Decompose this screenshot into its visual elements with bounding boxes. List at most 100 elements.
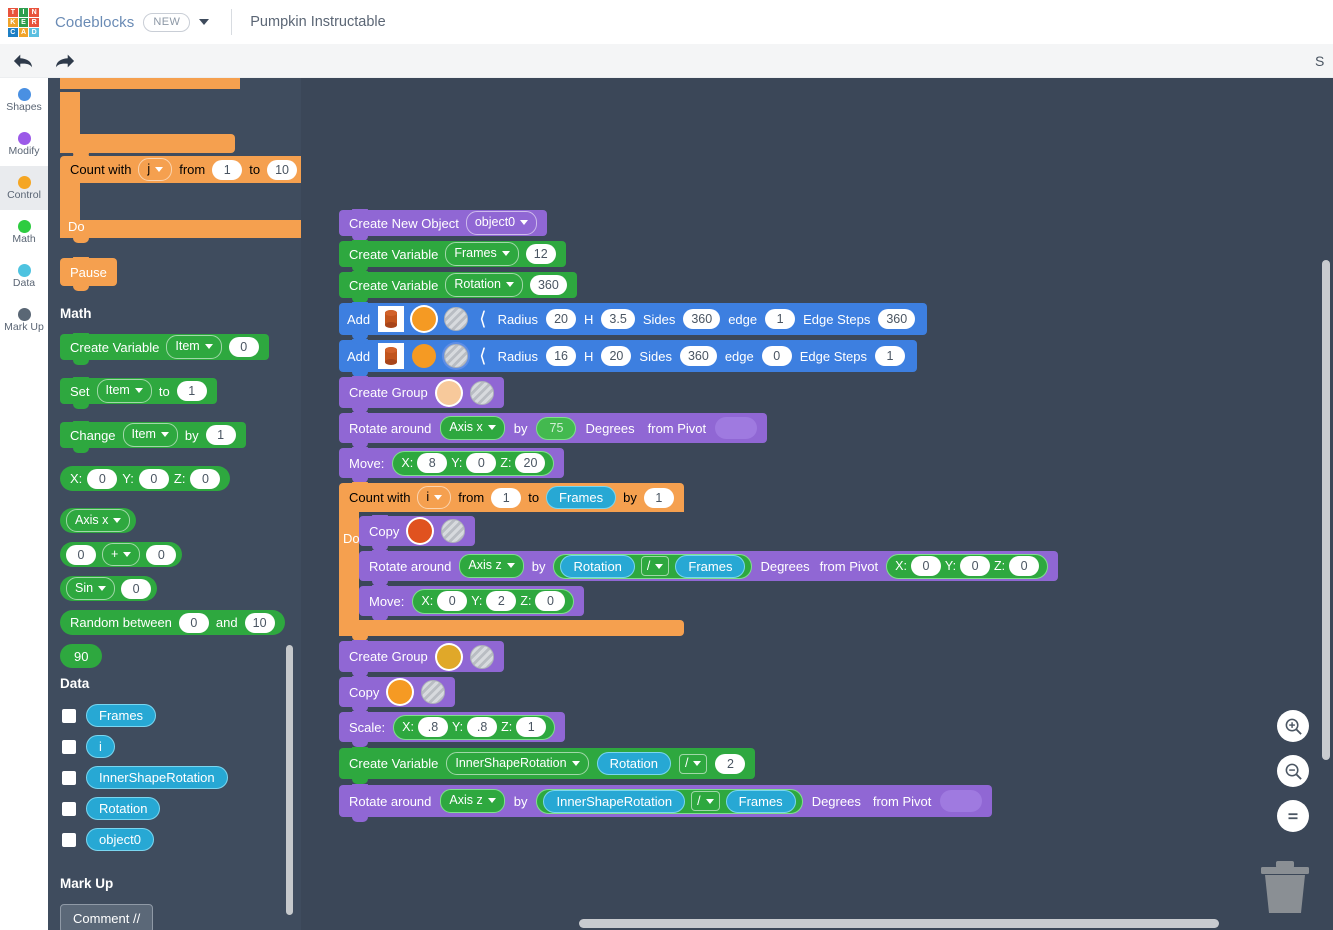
block-create-variable-frames[interactable]: Create Variable Frames 12 xyxy=(339,241,1058,267)
pivot-y-input[interactable]: 0 xyxy=(960,556,990,576)
app-name[interactable]: Codeblocks xyxy=(55,14,134,31)
pivot-z-input[interactable]: 0 xyxy=(1009,556,1039,576)
zoom-out-button[interactable] xyxy=(1277,755,1309,787)
xyz-x-input[interactable]: 0 xyxy=(87,469,117,489)
checkbox-frames[interactable] xyxy=(62,709,76,723)
block-create-variable-innershaperotation[interactable]: Create Variable InnerShapeRotation Rotat… xyxy=(339,748,1058,779)
palette-block-trig[interactable]: Sin 0 xyxy=(48,576,157,601)
innershaperotation-var-pill[interactable]: InnerShapeRotation xyxy=(543,790,685,813)
move-x-input[interactable]: 8 xyxy=(417,453,447,473)
operator-dropdown[interactable]: / xyxy=(691,791,719,811)
rotate-degrees-value[interactable]: 75 xyxy=(536,417,576,440)
checkbox-innershaperotation[interactable] xyxy=(62,771,76,785)
rail-item-math[interactable]: Math xyxy=(0,210,48,254)
palette-block-constant[interactable]: 90 xyxy=(48,644,102,668)
axis-dropdown[interactable]: Axis z xyxy=(440,789,504,812)
block-rotate-around-in-loop[interactable]: Rotate around Axis z by Rotation / xyxy=(359,551,1058,581)
delete-trash-button[interactable] xyxy=(1257,857,1313,918)
solid-color-swatch[interactable] xyxy=(437,645,461,669)
move-x-input[interactable]: 0 xyxy=(437,591,467,611)
rotation-var-pill[interactable]: Rotation xyxy=(597,752,671,775)
random-min-input[interactable]: 0 xyxy=(179,613,209,633)
var-pill-object0[interactable]: object0 xyxy=(86,828,154,851)
xyz-y-input[interactable]: 0 xyxy=(139,469,169,489)
axis-dropdown[interactable]: Axis z xyxy=(459,554,523,577)
innershaperotation-var-dropdown[interactable]: InnerShapeRotation xyxy=(446,752,588,775)
divisor-input[interactable]: 2 xyxy=(715,754,745,774)
block-scale[interactable]: Scale: X: .8 Y: .8 Z: 1 xyxy=(339,712,1058,742)
redo-arrow-icon[interactable] xyxy=(54,51,76,71)
palette-block-axis[interactable]: Axis x xyxy=(48,508,136,533)
hole-swatch-icon[interactable] xyxy=(441,519,465,543)
h-input[interactable]: 20 xyxy=(601,346,631,366)
block-create-group-1[interactable]: Create Group xyxy=(339,377,1058,408)
axis-dropdown[interactable]: Axis x xyxy=(66,509,130,532)
palette-block-xyz[interactable]: X: 0 Y: 0 Z: 0 xyxy=(48,466,230,491)
radius-input[interactable]: 20 xyxy=(546,309,576,329)
operator-dropdown[interactable]: / xyxy=(679,754,707,774)
zoom-in-button[interactable] xyxy=(1277,710,1309,742)
change-var-dropdown[interactable]: Item xyxy=(123,423,178,446)
frames-var-dropdown[interactable]: Frames xyxy=(445,242,518,265)
scale-y-input[interactable]: .8 xyxy=(467,717,497,737)
frames-var-pill[interactable]: Frames xyxy=(726,790,796,813)
edge-input[interactable]: 0 xyxy=(762,346,792,366)
subbar-right-partial-label[interactable]: S xyxy=(1315,53,1333,69)
data-row-frames[interactable]: Frames xyxy=(48,704,301,735)
data-row-innershaperotation[interactable]: InnerShapeRotation xyxy=(48,766,301,797)
hole-swatch-icon[interactable] xyxy=(421,680,445,704)
block-rotate-around-1[interactable]: Rotate around Axis x by 75 Degrees from … xyxy=(339,413,1058,443)
rotation-value-input[interactable]: 360 xyxy=(530,275,567,295)
rotation-var-pill[interactable]: Rotation xyxy=(560,555,634,578)
cylinder-icon[interactable] xyxy=(378,343,404,369)
canvas-vertical-scrollbar[interactable] xyxy=(1322,260,1330,760)
palette-scrollbar[interactable] xyxy=(286,645,293,915)
loop-to-var-pill[interactable]: Frames xyxy=(546,486,616,509)
solid-color-swatch[interactable] xyxy=(408,519,432,543)
pivot-x-input[interactable]: 0 xyxy=(911,556,941,576)
set-value-input[interactable]: 1 xyxy=(177,381,207,401)
block-move-in-loop[interactable]: Move: X: 0 Y: 2 Z: 0 xyxy=(359,586,1058,616)
block-add-cylinder-1[interactable]: Add ⟨ Radius 20 H 3.5 Sides 360 edge 1 E… xyxy=(339,303,1058,335)
move-y-input[interactable]: 0 xyxy=(466,453,496,473)
change-value-input[interactable]: 1 xyxy=(206,425,236,445)
create-variable-dropdown[interactable]: Item xyxy=(166,335,221,358)
object-dropdown[interactable]: object0 xyxy=(466,211,537,234)
move-z-input[interactable]: 20 xyxy=(515,453,545,473)
palette-block-operator[interactable]: 0 + 0 xyxy=(48,542,182,567)
palette-block-comment[interactable]: Comment // xyxy=(48,904,153,930)
collapse-chevron-icon[interactable]: ⟨ xyxy=(476,310,489,329)
sides-input[interactable]: 360 xyxy=(683,309,720,329)
block-copy-in-loop[interactable]: Copy xyxy=(359,516,1058,546)
solid-color-swatch[interactable] xyxy=(437,381,461,405)
var-pill-rotation[interactable]: Rotation xyxy=(86,797,160,820)
block-copy-2[interactable]: Copy xyxy=(339,677,1058,707)
loop-by-input[interactable]: 1 xyxy=(644,488,674,508)
rail-item-modify[interactable]: Modify xyxy=(0,122,48,166)
palette-block-pause[interactable]: Pause xyxy=(60,258,117,286)
palette-partial-block-top[interactable] xyxy=(60,78,240,153)
operator-dropdown[interactable]: / xyxy=(641,556,669,576)
block-move-1[interactable]: Move: X: 8 Y: 0 Z: 20 xyxy=(339,448,1058,478)
hole-swatch-icon[interactable] xyxy=(470,381,494,405)
loop-from-input[interactable]: 1 xyxy=(491,488,521,508)
palette-block-create-variable[interactable]: Create Variable Item 0 xyxy=(48,334,269,360)
hole-swatch-icon[interactable] xyxy=(444,307,468,331)
solid-color-swatch[interactable] xyxy=(412,344,436,368)
rotation-var-dropdown[interactable]: Rotation xyxy=(445,273,523,296)
edge-input[interactable]: 1 xyxy=(765,309,795,329)
create-variable-value-input[interactable]: 0 xyxy=(229,337,259,357)
axis-dropdown[interactable]: Axis x xyxy=(440,416,504,439)
block-add-cylinder-2[interactable]: Add ⟨ Radius 16 H 20 Sides 360 edge 0 Ed… xyxy=(339,340,1058,372)
palette-block-change[interactable]: Change Item by 1 xyxy=(48,422,246,448)
palette-block-count-with[interactable]: Count with j from 1 to 10 Do xyxy=(60,156,301,238)
var-pill-innershaperotation[interactable]: InnerShapeRotation xyxy=(86,766,228,789)
loop-var-dropdown[interactable]: i xyxy=(417,486,451,509)
undo-arrow-icon[interactable] xyxy=(12,51,34,71)
solid-color-swatch[interactable] xyxy=(412,307,436,331)
checkbox-object0[interactable] xyxy=(62,833,76,847)
block-create-new-object[interactable]: Create New Object object0 xyxy=(339,210,1058,236)
pivot-slot[interactable] xyxy=(940,790,982,812)
hole-swatch-icon[interactable] xyxy=(444,344,468,368)
radius-input[interactable]: 16 xyxy=(546,346,576,366)
